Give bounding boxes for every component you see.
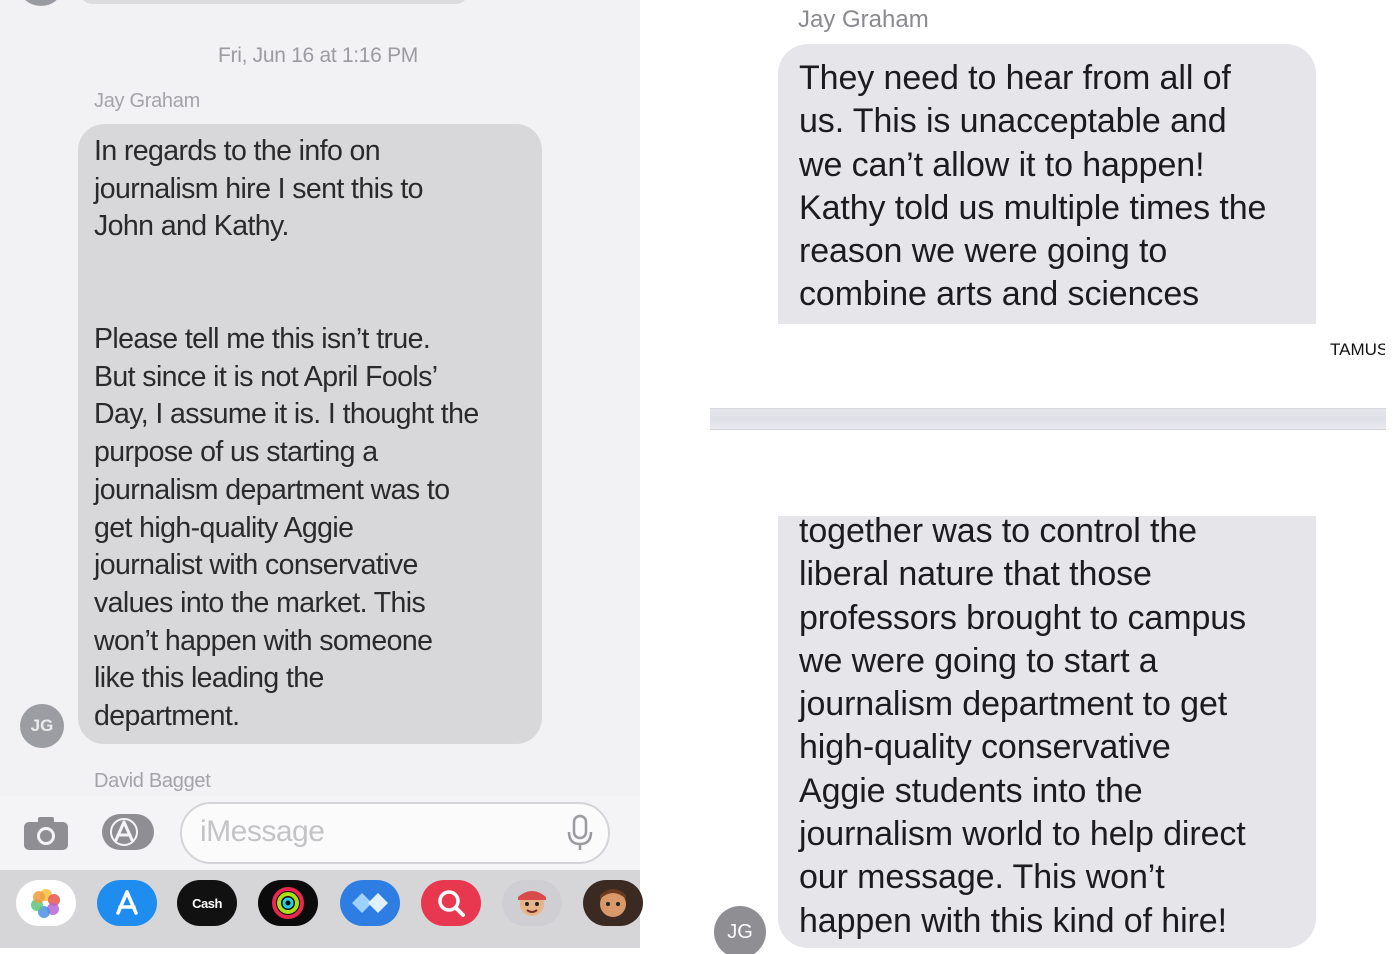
search-images-icon[interactable] — [421, 880, 481, 926]
photos-icon[interactable] — [16, 880, 76, 926]
camera-icon[interactable] — [22, 816, 70, 852]
microphone-icon[interactable] — [566, 814, 594, 852]
message-text-paragraph-1: In regards to the info on journalism hir… — [94, 135, 424, 243]
sender-name: Jay Graham — [94, 90, 200, 112]
previous-avatar — [20, 0, 62, 6]
avatar-right[interactable]: JG — [714, 906, 766, 954]
sender-name-right: Jay Graham — [798, 6, 929, 33]
message-text-part-1: They need to hear from all of us. This i… — [799, 59, 1267, 314]
avatar[interactable]: JG — [20, 704, 64, 748]
imessage-placeholder: iMessage — [200, 815, 325, 848]
message-text-part-2: together was to control the liberal natu… — [799, 512, 1246, 940]
app-drawer-button[interactable] — [100, 812, 156, 852]
message-text-paragraph-2: Please tell me this isn’t true. But sinc… — [94, 323, 479, 733]
app-store-icon[interactable] — [97, 880, 157, 926]
previous-message-bubble — [78, 0, 470, 4]
animoji-icon[interactable] — [583, 880, 643, 926]
activity-icon[interactable] — [258, 880, 318, 926]
cash-app-label: Cash — [192, 895, 222, 911]
next-sender-name: David Bagget — [94, 770, 211, 792]
screenshot-divider — [710, 408, 1386, 430]
shortcuts-icon[interactable] — [340, 880, 400, 926]
cash-app-icon[interactable]: Cash — [177, 880, 237, 926]
memoji-icon[interactable] — [502, 880, 562, 926]
message-timestamp: Fri, Jun 16 at 1:16 PM — [218, 44, 418, 67]
source-watermark: TAMUS — [1330, 340, 1385, 359]
